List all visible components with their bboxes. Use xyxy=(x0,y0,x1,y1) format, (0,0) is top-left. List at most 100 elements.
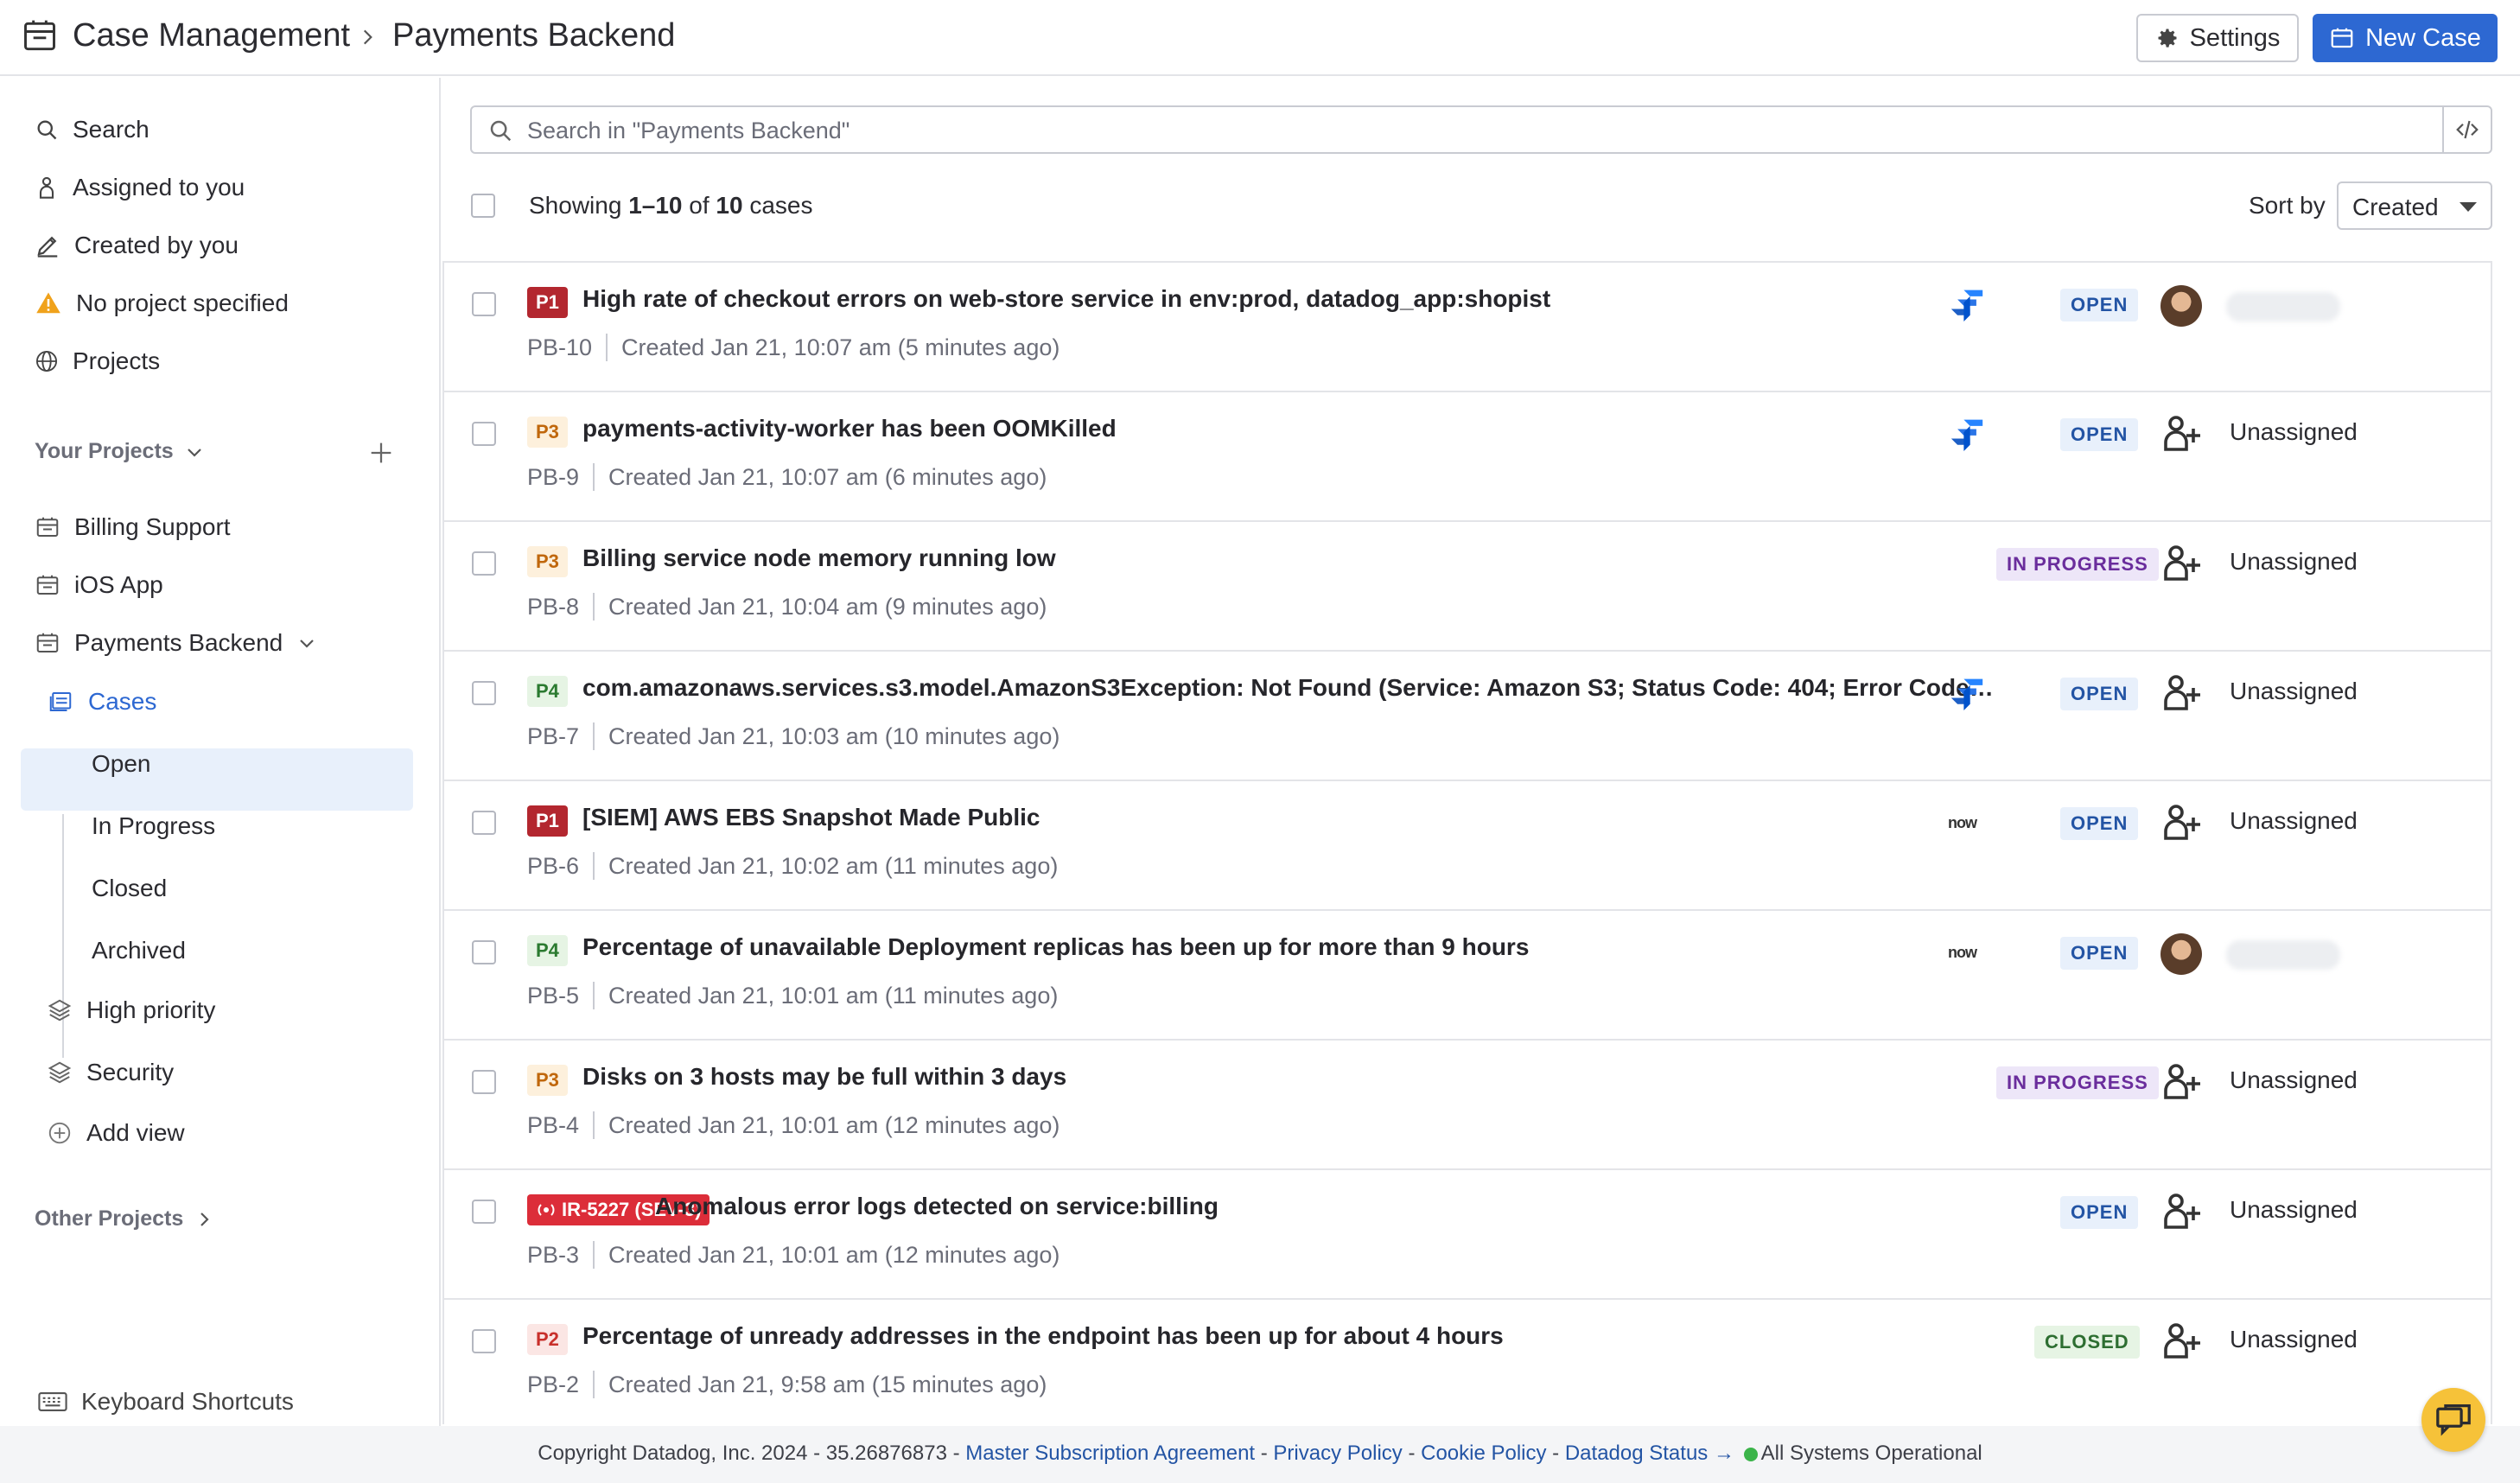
privacy-link[interactable]: Privacy Policy xyxy=(1273,1442,1402,1465)
assign-user-icon[interactable] xyxy=(2160,1191,2202,1232)
gear-icon xyxy=(2158,29,2177,48)
breadcrumb-app-title[interactable]: Case Management xyxy=(73,17,350,54)
case-row[interactable]: P4 com.amazonaws.services.s3.model.Amazon… xyxy=(444,652,2491,781)
assignee-label[interactable]: Unassigned xyxy=(2230,1196,2358,1224)
case-checkbox[interactable] xyxy=(472,422,496,446)
sort-select[interactable]: Created xyxy=(2337,181,2492,230)
case-view-in-progress[interactable]: In Progress xyxy=(92,812,215,840)
priority-badge: P1 xyxy=(527,805,568,837)
case-title[interactable]: High rate of checkout errors on web-stor… xyxy=(582,285,1550,313)
meta-divider xyxy=(593,1111,595,1139)
assignee-label[interactable]: Unassigned xyxy=(2230,678,2358,705)
case-row[interactable]: P3 Disks on 3 hosts may be full within 3 … xyxy=(444,1041,2491,1170)
msa-link[interactable]: Master Subscription Agreement xyxy=(965,1442,1255,1465)
sidebar-view-high-priority[interactable]: High priority xyxy=(47,996,215,1024)
servicenow-icon[interactable]: now xyxy=(1948,814,1977,832)
footer-status: All Systems Operational xyxy=(1760,1442,1982,1465)
sidebar-item-search[interactable]: Search xyxy=(35,116,150,143)
case-checkbox[interactable] xyxy=(472,681,496,705)
assignee-label[interactable]: Unassigned xyxy=(2230,1326,2358,1353)
chat-button[interactable] xyxy=(2421,1388,2485,1452)
add-view-button[interactable]: Add view xyxy=(47,1119,185,1147)
cookie-link[interactable]: Cookie Policy xyxy=(1421,1442,1546,1465)
case-title[interactable]: [SIEM] AWS EBS Snapshot Made Public xyxy=(582,804,1040,831)
case-id: PB-5 xyxy=(527,982,580,1009)
assignee-label[interactable]: Unassigned xyxy=(2230,807,2358,835)
assign-user-icon[interactable] xyxy=(2160,802,2202,843)
assign-user-icon[interactable] xyxy=(2160,1061,2202,1103)
settings-button[interactable]: Settings xyxy=(2136,14,2299,62)
case-checkbox[interactable] xyxy=(472,940,496,964)
select-all-checkbox[interactable] xyxy=(471,194,495,218)
case-title[interactable]: payments-activity-worker has been OOMKil… xyxy=(582,415,1117,442)
sidebar-item-assigned[interactable]: Assigned to you xyxy=(35,174,245,201)
assign-user-icon[interactable] xyxy=(2160,672,2202,714)
case-created: Created Jan 21, 10:01 am (12 minutes ago… xyxy=(608,1111,1060,1138)
case-management-icon xyxy=(24,20,55,51)
case-checkbox[interactable] xyxy=(472,551,496,576)
priority-label: P3 xyxy=(536,421,559,442)
case-row[interactable]: P3 Billing service node memory running lo… xyxy=(444,522,2491,652)
keyboard-shortcuts-link[interactable]: Keyboard Shortcuts xyxy=(38,1388,294,1416)
assignee-label[interactable]: Unassigned xyxy=(2230,418,2358,446)
case-title[interactable]: Percentage of unready addresses in the e… xyxy=(582,1322,1504,1350)
sidebar-view-security[interactable]: Security xyxy=(47,1059,174,1086)
query-syntax-button[interactable] xyxy=(2442,107,2491,152)
add-project-icon[interactable] xyxy=(366,438,396,468)
status-link[interactable]: Datadog Status → xyxy=(1565,1442,1734,1465)
chevron-right-icon xyxy=(363,29,372,45)
case-view-closed[interactable]: Closed xyxy=(92,875,167,902)
case-checkbox[interactable] xyxy=(472,1200,496,1224)
case-row[interactable]: P1 [SIEM] AWS EBS Snapshot Made Public PB-… xyxy=(444,781,2491,911)
case-title[interactable]: Billing service node memory running low xyxy=(582,544,1056,572)
case-row[interactable]: P1 High rate of checkout errors on web-st… xyxy=(444,263,2491,392)
case-title[interactable]: com.amazonaws.services.s3.model.AmazonS3… xyxy=(582,674,2000,702)
case-checkbox[interactable] xyxy=(472,1070,496,1094)
avatar[interactable] xyxy=(2160,933,2202,975)
case-row[interactable]: IR-5227 (SEV-3) Anomalous error logs dete… xyxy=(444,1170,2491,1300)
case-checkbox[interactable] xyxy=(472,811,496,835)
case-row[interactable]: P4 Percentage of unavailable Deployment r… xyxy=(444,911,2491,1041)
meta-divider xyxy=(593,463,595,491)
jira-icon[interactable] xyxy=(1948,676,1986,710)
new-case-button[interactable]: New Case xyxy=(2313,14,2498,62)
case-row[interactable]: P2 Percentage of unready addresses in the… xyxy=(444,1300,2491,1424)
avatar[interactable] xyxy=(2160,285,2202,327)
other-projects-toggle[interactable]: Other Projects xyxy=(35,1206,214,1232)
servicenow-icon[interactable]: now xyxy=(1948,944,1977,962)
jira-icon[interactable] xyxy=(1948,417,1986,451)
showing-mid: of xyxy=(682,192,716,219)
case-view-open[interactable]: Open xyxy=(92,750,151,778)
assignee-label[interactable]: Unassigned xyxy=(2230,1066,2358,1094)
sidebar-item-cases[interactable]: Cases xyxy=(47,688,156,716)
jira-icon[interactable] xyxy=(1948,287,1986,321)
list-icon xyxy=(49,692,72,711)
sidebar-project-ios-app[interactable]: iOS App xyxy=(35,571,163,599)
assign-user-icon[interactable] xyxy=(2160,1321,2202,1362)
search-input[interactable]: Search in "Payments Backend" xyxy=(470,105,2492,154)
case-id: PB-9 xyxy=(527,463,580,490)
assign-user-icon[interactable] xyxy=(2160,543,2202,584)
sidebar-item-cases-active[interactable] xyxy=(21,748,413,811)
case-created: Created Jan 21, 10:07 am (6 minutes ago) xyxy=(608,463,1047,490)
sidebar-item-no-project[interactable]: No project specified xyxy=(35,290,289,317)
sidebar-item-projects[interactable]: Projects xyxy=(35,347,160,375)
sidebar-item-created[interactable]: Created by you xyxy=(35,232,239,259)
case-checkbox[interactable] xyxy=(472,1329,496,1353)
assignee-label[interactable]: Unassigned xyxy=(2230,548,2358,576)
case-title[interactable]: Percentage of unavailable Deployment rep… xyxy=(582,933,1529,961)
your-projects-toggle[interactable]: Your Projects xyxy=(35,439,205,464)
case-checkbox[interactable] xyxy=(472,292,496,316)
sidebar-item-label: iOS App xyxy=(74,571,163,598)
sidebar-project-billing-support[interactable]: Billing Support xyxy=(35,513,231,541)
case-title[interactable]: Disks on 3 hosts may be full within 3 da… xyxy=(582,1063,1066,1091)
case-row[interactable]: P3 payments-activity-worker has been OOMK… xyxy=(444,392,2491,522)
sidebar-item-label: No project specified xyxy=(76,290,289,316)
case-title[interactable]: Anomalous error logs detected on service… xyxy=(655,1193,1219,1220)
sidebar-project-payments-backend[interactable]: Payments Backend xyxy=(35,629,317,657)
priority-label: P4 xyxy=(536,939,559,961)
case-view-archived[interactable]: Archived xyxy=(92,937,186,964)
meta-divider xyxy=(606,334,608,361)
case-id: PB-10 xyxy=(527,334,593,360)
assign-user-icon[interactable] xyxy=(2160,413,2202,455)
